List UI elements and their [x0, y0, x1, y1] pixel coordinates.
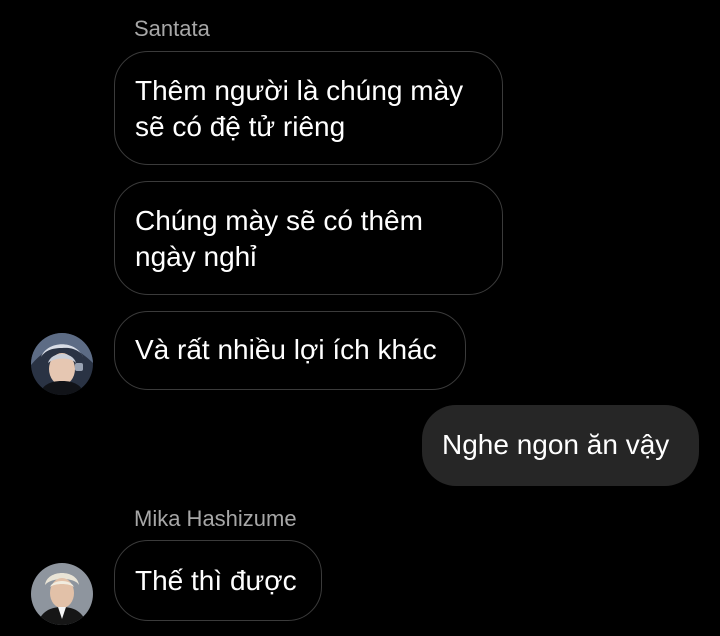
message-bubble[interactable]: Và rất nhiều lợi ích khác: [114, 311, 466, 390]
user-avatar-icon: [31, 333, 93, 395]
mika-hashizume-avatar[interactable]: [31, 563, 93, 625]
message-text: Và rất nhiều lợi ích khác: [135, 334, 437, 365]
message-text: Thế thì được: [135, 565, 297, 596]
sender-name-santata: Santata: [134, 16, 210, 41]
message-bubble-outgoing[interactable]: Nghe ngon ăn vậy: [422, 405, 699, 486]
message-bubble[interactable]: Chúng mày sẽ có thêm ngày nghỉ: [114, 181, 503, 295]
message-text: Thêm người là chúng mày sẽ có đệ tử riên…: [135, 75, 464, 142]
message-bubble[interactable]: Thêm người là chúng mày sẽ có đệ tử riên…: [114, 51, 503, 165]
message-text: Chúng mày sẽ có thêm ngày nghỉ: [135, 205, 423, 272]
message-text: Nghe ngon ăn vậy: [442, 429, 670, 460]
user-avatar-icon: [31, 563, 93, 625]
santata-avatar[interactable]: [31, 333, 93, 395]
sender-name-mika-hashizume: Mika Hashizume: [134, 506, 297, 531]
message-bubble[interactable]: Thế thì được: [114, 540, 322, 621]
